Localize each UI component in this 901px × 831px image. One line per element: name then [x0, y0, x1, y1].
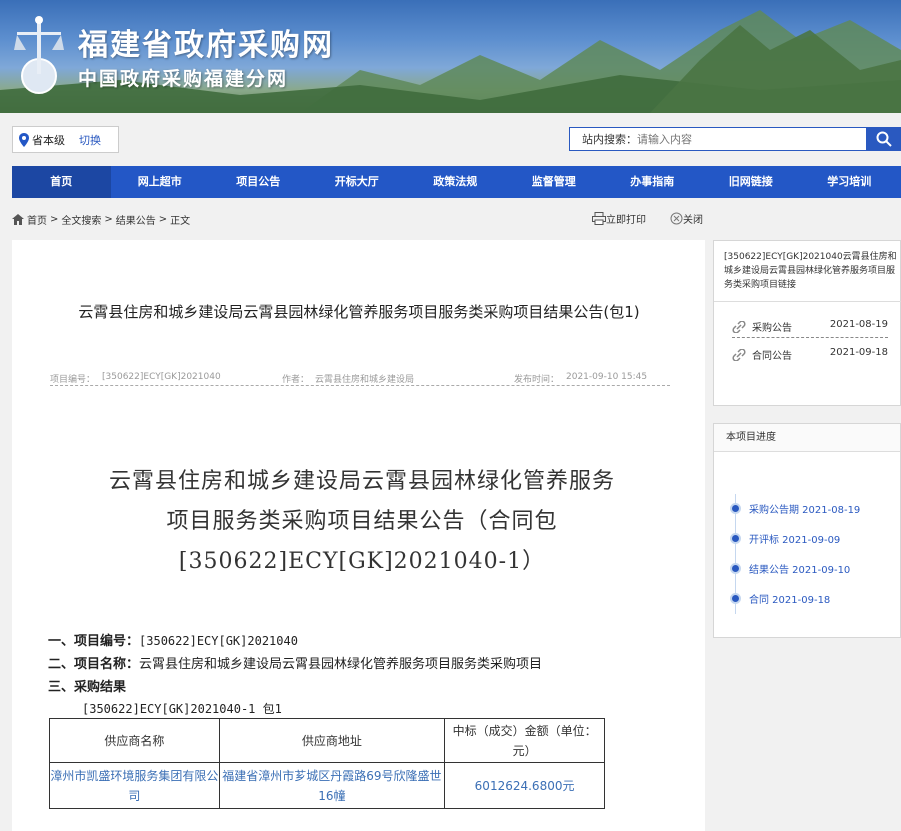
section-value: 云霄县住房和城乡建设局云霄县园林绿化管养服务项目服务类采购项目 — [139, 657, 543, 672]
close-label: 关闭 — [683, 215, 703, 226]
print-label: 立即打印 — [606, 215, 646, 226]
related-link-contract[interactable]: 合同公告 2021-09-18 — [732, 347, 888, 362]
progress-dot-icon — [730, 563, 741, 574]
body-title: 云霄县住房和城乡建设局云霄县园林绿化管养服务 项目服务类采购项目结果公告（合同包… — [52, 462, 672, 582]
nav-bid-opening-hall[interactable]: 开标大厅 — [308, 166, 407, 198]
table-header-row: 供应商名称 供应商地址 中标（成交）金额（单位：元） — [49, 718, 605, 763]
nav-home[interactable]: 首页 — [12, 166, 111, 198]
progress-step[interactable]: 合同 2021-09-18 — [730, 591, 830, 606]
utility-bar: 省本级 切换 站内搜索： — [0, 113, 901, 166]
progress-step-label: 合同 2021-09-18 — [749, 595, 831, 606]
breadcrumb-item-current: 正文 — [170, 215, 191, 227]
progress-title: 本项目进度 — [714, 424, 900, 452]
related-link-label: 采购公告 — [752, 323, 792, 334]
breadcrumb-item-results[interactable]: 结果公告 — [116, 212, 156, 227]
progress-step[interactable]: 开评标 2021-09-09 — [730, 531, 840, 546]
search-input[interactable] — [637, 132, 837, 146]
related-link-label: 合同公告 — [752, 351, 792, 362]
cell-supplier-name: 漳州市凯盛环境服务集团有限公司 — [49, 762, 220, 809]
nav-training[interactable]: 学习培训 — [800, 166, 899, 198]
progress-dot-icon — [730, 503, 741, 514]
link-icon — [732, 320, 746, 333]
related-link-date: 2021-08-19 — [829, 319, 888, 330]
col-supplier-name: 供应商名称 — [49, 718, 220, 763]
nav-policies[interactable]: 政策法规 — [406, 166, 505, 198]
progress-step[interactable]: 结果公告 2021-09-10 — [730, 561, 850, 576]
meta-date-label: 发布时间： — [514, 375, 560, 385]
meta-author-label: 作者： — [282, 375, 310, 385]
progress-step-label: 采购公告期 2021-08-19 — [749, 505, 861, 516]
search-button[interactable] — [867, 127, 901, 151]
table-row: 漳州市凯盛环境服务集团有限公司 福建省漳州市芗城区丹霞路69号欣隆盛世16幢 6… — [49, 762, 605, 809]
scales-emblem-icon — [14, 16, 64, 94]
divider — [732, 337, 888, 338]
body-title-line: 云霄县住房和城乡建设局云霄县园林绿化管养服务 — [108, 469, 615, 494]
related-link-procurement[interactable]: 采购公告 2021-08-19 — [732, 319, 888, 334]
nav-project-notices[interactable]: 项目公告 — [209, 166, 308, 198]
breadcrumb-item-search[interactable]: 全文搜索 — [61, 212, 101, 227]
progress-step-label: 结果公告 2021-09-10 — [749, 565, 851, 576]
breadcrumb-separator: > — [50, 213, 59, 225]
package-line: [350622]ECY[GK]2021040-1 包1 — [82, 702, 282, 716]
body-title-line: [350622]ECY[GK]2021040-1） — [178, 549, 546, 574]
meta-date: 2021-09-10 15:45 — [566, 372, 648, 382]
section-project-name: 二、项目名称：云霄县住房和城乡建设局云霄县园林绿化管养服务项目服务类采购项目 — [48, 653, 542, 672]
col-award-amount: 中标（成交）金额（单位：元） — [444, 718, 605, 763]
breadcrumb-separator: > — [158, 213, 168, 225]
close-button[interactable]: 关闭 — [670, 211, 703, 226]
printer-icon — [592, 212, 606, 225]
search-icon — [876, 131, 892, 147]
region-switch-link[interactable]: 切换 — [79, 132, 101, 148]
related-link-date: 2021-09-18 — [829, 347, 888, 358]
page-title: 云霄县住房和城乡建设局云霄县园林绿化管养服务项目服务类采购项目结果公告(包1) — [78, 303, 640, 321]
region-selector: 省本级 切换 — [12, 126, 119, 153]
section-label: 一、项目编号： — [48, 634, 140, 649]
meta-author: 云霄县住房和城乡建设局 — [315, 375, 415, 385]
section-project-code: 一、项目编号：[350622]ECY[GK]2021040 — [48, 630, 298, 649]
nav-online-mall[interactable]: 网上超市 — [111, 166, 210, 198]
nav-old-site-link[interactable]: 旧网链接 — [702, 166, 801, 198]
progress-step-label: 开评标 2021-09-09 — [749, 535, 841, 546]
search-box: 站内搜索： — [569, 127, 867, 151]
cell-award-amount: 6012624.6800元 — [444, 762, 605, 809]
breadcrumb-separator: > — [104, 213, 113, 225]
banner-title: 福建省政府采购网 — [78, 28, 334, 63]
meta-code: [350622]ECY[GK]2021040 — [102, 372, 221, 382]
divider — [714, 301, 901, 302]
location-pin-icon — [19, 132, 29, 147]
banner-subtitle: 中国政府采购福建分网 — [78, 68, 289, 90]
breadcrumb: 首页 > 全文搜索 > 结果公告 > 正文 立即打印 关闭 — [12, 206, 901, 232]
link-icon — [732, 348, 746, 361]
nav-supervision[interactable]: 监督管理 — [505, 166, 604, 198]
progress-step[interactable]: 采购公告期 2021-08-19 — [730, 501, 860, 516]
article-meta: 项目编号： [350622]ECY[GK]2021040 作者： 云霄县住房和城… — [50, 372, 670, 386]
search-label: 站内搜索： — [582, 133, 637, 146]
main-nav: 首页 网上超市 项目公告 开标大厅 政策法规 监督管理 办事指南 旧网链接 学习… — [12, 166, 901, 198]
progress-dot-icon — [730, 593, 741, 604]
meta-code-label: 项目编号： — [50, 375, 96, 385]
region-name: 省本级 — [32, 133, 65, 147]
progress-dot-icon — [730, 533, 741, 544]
nav-guide[interactable]: 办事指南 — [603, 166, 702, 198]
home-icon — [12, 213, 24, 225]
print-button[interactable]: 立即打印 — [592, 211, 646, 226]
section-value: [350622]ECY[GK]2021040 — [139, 634, 298, 648]
related-links-panel: [350622]ECY[GK]2021040云霄县住房和城乡建设局云霄县园林绿化… — [713, 240, 901, 406]
related-links-title: [350622]ECY[GK]2021040云霄县住房和城乡建设局云霄县园林绿化… — [724, 252, 897, 290]
project-progress-panel: 本项目进度 采购公告期 2021-08-19 开评标 2021-09-09 结果… — [713, 423, 901, 638]
section-label: 三、采购结果 — [48, 680, 127, 695]
section-results: 三、采购结果 — [48, 676, 126, 695]
breadcrumb-item-home[interactable]: 首页 — [27, 212, 47, 227]
body-title-line: 项目服务类采购项目结果公告（合同包 — [166, 509, 558, 534]
col-supplier-address: 供应商地址 — [218, 718, 446, 763]
section-label: 二、项目名称： — [48, 657, 140, 672]
article-panel: 云霄县住房和城乡建设局云霄县园林绿化管养服务项目服务类采购项目结果公告(包1) … — [12, 240, 705, 831]
site-banner: 福建省政府采购网 中国政府采购福建分网 — [0, 0, 901, 113]
close-icon — [670, 212, 683, 225]
cell-supplier-address: 福建省漳州市芗城区丹霞路69号欣隆盛世16幢 — [218, 762, 446, 809]
result-table: 供应商名称 供应商地址 中标（成交）金额（单位：元） 漳州市凯盛环境服务集团有限… — [49, 718, 605, 809]
